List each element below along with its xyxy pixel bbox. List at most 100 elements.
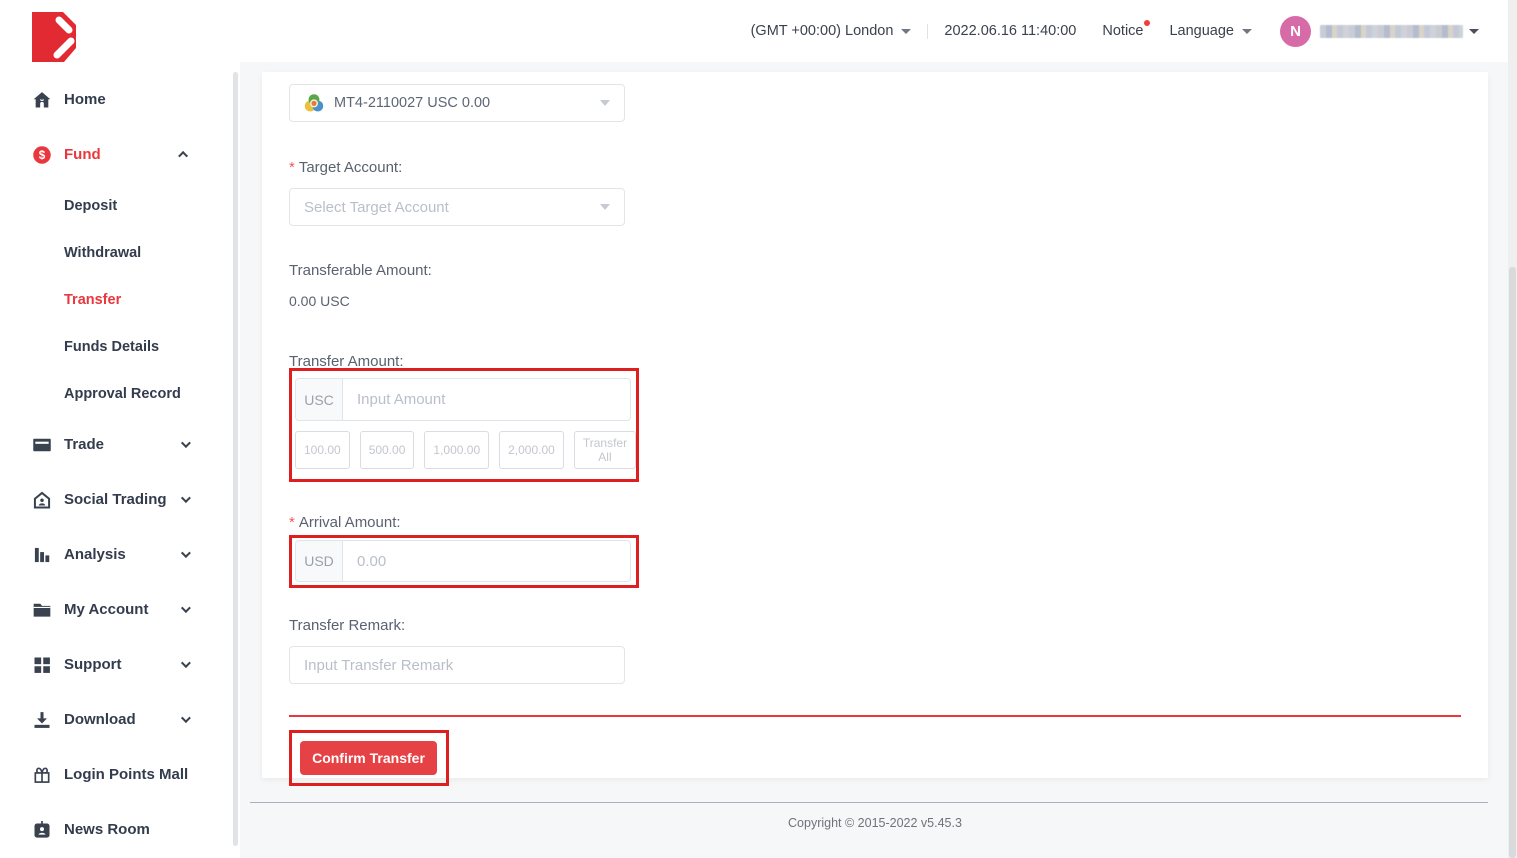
sidebar-item-transfer[interactable]: Transfer	[0, 276, 232, 323]
required-marker: *	[289, 514, 295, 531]
quick-amount-button-1000[interactable]: 1,000.00	[424, 431, 489, 469]
sidebar-item-label: News Room	[64, 821, 150, 838]
sidebar: Home $ Fund Deposit Withdrawal Transfer …	[0, 0, 240, 858]
sidebar-item-login-points-mall[interactable]: Login Points Mall	[0, 747, 232, 802]
sidebar-item-withdrawal[interactable]: Withdrawal	[0, 229, 232, 276]
quick-amount-button-100[interactable]: 100.00	[295, 431, 350, 469]
brand-logo-icon	[32, 12, 76, 62]
sidebar-scrollbar[interactable]	[233, 72, 238, 846]
user-name-redacted	[1320, 25, 1463, 38]
annotation-box-transfer-amount: USC 100.00 500.00 1,000.00 2,000.00 Tran…	[289, 368, 639, 482]
quick-amount-row: 100.00 500.00 1,000.00 2,000.00 Transfer…	[295, 431, 632, 469]
arrival-currency-prefix: USD	[296, 541, 343, 581]
sidebar-item-label: Home	[64, 91, 106, 108]
support-grid-icon	[32, 655, 52, 675]
transferable-amount-value: 0.00 USC	[289, 293, 1461, 309]
user-menu[interactable]	[1320, 25, 1479, 38]
annotation-box-arrival-amount: USD	[289, 535, 639, 588]
quick-amount-button-2000[interactable]: 2,000.00	[499, 431, 564, 469]
chevron-up-icon	[178, 151, 188, 161]
sidebar-item-label: Transfer	[64, 292, 121, 308]
chevron-down-icon	[181, 493, 191, 503]
sidebar-item-approval-record[interactable]: Approval Record	[0, 370, 232, 417]
mt4-platform-icon	[304, 93, 324, 113]
sidebar-item-social-trading[interactable]: Social Trading	[0, 472, 232, 527]
timezone-label: (GMT +00:00) London	[751, 23, 894, 39]
chevron-down-icon	[181, 658, 191, 668]
sidebar-item-download[interactable]: Download	[0, 692, 232, 747]
transfer-remark-label: Transfer Remark:	[289, 617, 1461, 634]
news-room-icon	[32, 820, 52, 840]
required-marker: *	[289, 159, 295, 176]
form-divider	[289, 715, 1461, 717]
home-icon	[32, 90, 52, 110]
target-account-placeholder: Select Target Account	[304, 199, 449, 216]
sidebar-item-label: Fund	[64, 146, 101, 163]
brand-logo[interactable]	[32, 12, 76, 62]
sidebar-item-label: Support	[64, 656, 122, 673]
copyright-text: Copyright © 2015-2022 v5.45.3	[262, 816, 1488, 830]
sidebar-item-label: Funds Details	[64, 339, 159, 355]
chevron-down-icon	[181, 713, 191, 723]
download-icon	[32, 710, 52, 730]
sidebar-item-label: Analysis	[64, 546, 126, 563]
transfer-all-button[interactable]: Transfer All	[574, 431, 636, 469]
server-datetime: 2022.06.16 11:40:00	[944, 23, 1076, 39]
svg-text:$: $	[39, 149, 46, 162]
notice-link[interactable]: Notice	[1102, 23, 1143, 39]
sidebar-item-deposit[interactable]: Deposit	[0, 182, 232, 229]
sidebar-item-label: Social Trading	[64, 491, 167, 508]
fund-icon: $	[32, 145, 52, 165]
social-trading-icon	[32, 490, 52, 510]
page-scrollbar-thumb[interactable]	[1509, 267, 1516, 858]
gift-icon	[32, 765, 52, 785]
chevron-down-icon	[181, 438, 191, 448]
footer-divider	[250, 802, 1488, 803]
arrival-amount-input-group: USD	[295, 540, 631, 582]
sidebar-item-fund[interactable]: $ Fund	[0, 127, 232, 182]
avatar[interactable]: N	[1280, 16, 1311, 47]
sidebar-item-label: Trade	[64, 436, 104, 453]
transfer-form-panel: MT4-2110027 USC 0.00 *Target Account: Se…	[262, 72, 1488, 778]
sidebar-item-label: My Account	[64, 601, 148, 618]
analysis-icon	[32, 545, 52, 565]
arrival-amount-input[interactable]	[343, 541, 630, 581]
sidebar-item-news-room[interactable]: News Room	[0, 802, 232, 857]
sidebar-item-home[interactable]: Home	[0, 72, 232, 127]
chevron-down-icon	[901, 29, 911, 34]
chevron-down-icon	[600, 204, 610, 210]
confirm-transfer-button[interactable]: Confirm Transfer	[300, 741, 437, 775]
chevron-down-icon	[181, 603, 191, 613]
sidebar-item-my-account[interactable]: My Account	[0, 582, 232, 637]
sidebar-item-funds-details[interactable]: Funds Details	[0, 323, 232, 370]
transfer-currency-prefix: USC	[296, 379, 343, 420]
chevron-down-icon	[1242, 29, 1252, 34]
top-header: (GMT +00:00) London 2022.06.16 11:40:00 …	[240, 0, 1517, 62]
sidebar-item-label: Download	[64, 711, 136, 728]
source-account-value: MT4-2110027 USC 0.00	[334, 95, 490, 111]
timezone-select[interactable]: (GMT +00:00) London	[751, 23, 912, 39]
notice-badge-dot	[1144, 20, 1150, 26]
folder-icon	[32, 600, 52, 620]
sidebar-item-label: Withdrawal	[64, 245, 141, 261]
sidebar-item-analysis[interactable]: Analysis	[0, 527, 232, 582]
header-divider	[927, 24, 928, 39]
transfer-amount-input[interactable]	[343, 379, 630, 420]
source-account-select[interactable]: MT4-2110027 USC 0.00	[289, 84, 625, 122]
quick-amount-button-500[interactable]: 500.00	[360, 431, 415, 469]
sidebar-item-label: Deposit	[64, 198, 117, 214]
transfer-remark-input[interactable]	[289, 646, 625, 684]
sidebar-item-support[interactable]: Support	[0, 637, 232, 692]
annotation-box-confirm: Confirm Transfer	[289, 730, 449, 786]
transferable-amount-label: Transferable Amount:	[289, 262, 1461, 279]
chevron-down-icon	[600, 100, 610, 106]
trade-icon	[32, 435, 52, 455]
chevron-down-icon	[1469, 29, 1479, 34]
target-account-select[interactable]: Select Target Account	[289, 188, 625, 226]
chevron-down-icon	[181, 548, 191, 558]
language-label: Language	[1169, 23, 1234, 39]
sidebar-item-trade[interactable]: Trade	[0, 417, 232, 472]
avatar-letter: N	[1290, 23, 1301, 40]
language-select[interactable]: Language	[1169, 23, 1252, 39]
target-account-label: *Target Account:	[289, 159, 1461, 176]
